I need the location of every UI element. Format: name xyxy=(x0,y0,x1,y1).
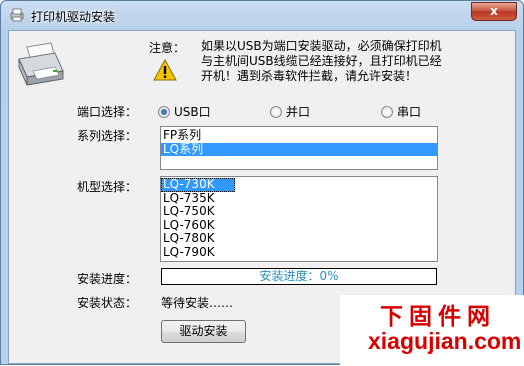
notice-label: 注意： xyxy=(149,41,186,55)
list-item-selected[interactable]: LQ系列 xyxy=(161,142,437,156)
printer-icon xyxy=(18,42,64,86)
radio-dot xyxy=(381,105,393,118)
radio-label: USB口 xyxy=(174,105,211,119)
list-item[interactable]: LQ-735K xyxy=(161,191,437,206)
series-label: 系列选择： xyxy=(77,129,138,143)
model-label: 机型选择： xyxy=(77,180,138,194)
notice-line: 如果以USB为端口安装驱动，必须确保打印机 xyxy=(201,39,442,53)
port-label: 端口选择： xyxy=(77,105,138,119)
radio-serial[interactable]: 串口 xyxy=(381,103,421,120)
window-title: 打印机驱动安装 xyxy=(31,10,116,24)
list-item[interactable]: LQ-750K xyxy=(161,204,437,219)
radio-dot xyxy=(270,105,282,118)
series-listbox[interactable]: FP系列 LQ系列 xyxy=(160,126,438,170)
notice-line: 开机！遇到杀毒软件拦截，请允许安装！ xyxy=(201,69,418,83)
warning-icon xyxy=(153,59,177,81)
list-item-selected[interactable]: LQ-730K xyxy=(161,177,235,192)
list-item[interactable]: LQ-760K xyxy=(161,218,437,233)
progress-bar: 安装进度：0% xyxy=(161,268,437,285)
radio-dot xyxy=(158,105,170,118)
installer-window: 打印机驱动安装 x 注意： 如果以USB为端口安装驱动，必须确保打印机 与主机间… xyxy=(0,0,524,366)
status-text: 等待安装…… xyxy=(161,296,234,310)
printer-title-icon xyxy=(10,8,24,22)
close-button[interactable]: x xyxy=(471,2,517,21)
install-driver-button[interactable]: 驱动安装 xyxy=(161,320,246,343)
notice-line: 与主机间USB线缆已经连接好，且打印机已经 xyxy=(201,54,442,68)
radio-parallel[interactable]: 并口 xyxy=(270,103,310,120)
status-label: 安装状态： xyxy=(77,296,138,310)
notice-text: 如果以USB为端口安装驱动，必须确保打印机 与主机间USB线缆已经连接好，且打印… xyxy=(201,39,471,84)
list-item[interactable]: LQ-790K xyxy=(161,245,437,260)
radio-usb[interactable]: USB口 xyxy=(158,103,211,120)
radio-label: 串口 xyxy=(397,105,422,119)
list-item[interactable]: FP系列 xyxy=(161,128,437,143)
model-listbox[interactable]: LQ-730K LQ-735K LQ-750K LQ-760K LQ-780K … xyxy=(160,176,438,262)
watermark-cn: 下固件网 xyxy=(380,304,496,330)
watermark: 下固件网 xiagujian.com xyxy=(340,295,524,366)
watermark-en: xiagujian.com xyxy=(368,328,522,354)
list-item[interactable]: LQ-780K xyxy=(161,231,437,246)
progress-label: 安装进度： xyxy=(77,272,138,286)
radio-label: 并口 xyxy=(286,105,311,119)
title-bar[interactable]: 打印机驱动安装 x xyxy=(1,1,523,29)
